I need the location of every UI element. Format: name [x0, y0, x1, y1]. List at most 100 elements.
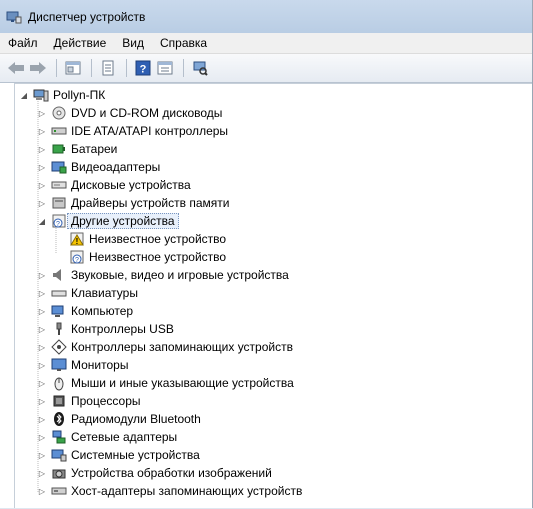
category-keyboards[interactable]: ▷ Клавиатуры: [37, 284, 138, 302]
toolbar-separator: [56, 59, 57, 77]
category-label: Сетевые адаптеры: [71, 430, 178, 444]
computer-icon: [51, 303, 67, 319]
category-mice[interactable]: ▷ Мыши и иные указывающие устройства: [37, 374, 294, 392]
category-monitors[interactable]: ▷ Мониторы: [37, 356, 129, 374]
expand-icon[interactable]: ▷: [37, 342, 47, 352]
monitor-icon: [51, 357, 67, 373]
category-computer[interactable]: ▷ Компьютер: [37, 302, 133, 320]
category-batteries[interactable]: ▷ Батареи: [37, 140, 117, 158]
expand-icon[interactable]: ▷: [37, 486, 47, 496]
collapse-icon[interactable]: ◢: [19, 90, 29, 100]
category-system-devices[interactable]: ▷ Системные устройства: [37, 446, 200, 464]
svg-text:?: ?: [56, 221, 60, 228]
category-imaging-devices[interactable]: ▷ Устройства обработки изображений: [37, 464, 272, 482]
device-manager-icon: [6, 9, 22, 25]
menu-bar: Файл Действие Вид Справка: [0, 33, 532, 54]
back-icon[interactable]: [6, 58, 26, 78]
category-label: Клавиатуры: [71, 286, 138, 300]
device-manager-window: Диспетчер устройств Файл Действие Вид Сп…: [0, 0, 533, 508]
window-title: Диспетчер устройств: [28, 9, 146, 24]
category-processors[interactable]: ▷ Процессоры: [37, 392, 141, 410]
display-adapter-icon: [51, 159, 67, 175]
keyboard-icon: [51, 285, 67, 301]
forward-icon[interactable]: [28, 58, 48, 78]
expand-icon[interactable]: ▷: [37, 378, 47, 388]
expand-icon[interactable]: ▷: [37, 144, 47, 154]
expand-icon[interactable]: ▷: [37, 396, 47, 406]
sound-icon: [51, 267, 67, 283]
details-icon[interactable]: [98, 58, 118, 78]
category-label: Устройства обработки изображений: [71, 466, 272, 480]
category-label: Драйверы устройств памяти: [71, 196, 230, 210]
category-network-adapters[interactable]: ▷ Сетевые адаптеры: [37, 428, 177, 446]
ide-controller-icon: [51, 123, 67, 139]
svg-text:?: ?: [140, 64, 147, 76]
category-label: Мыши и иные указывающие устройства: [71, 376, 294, 390]
expand-icon[interactable]: ▷: [37, 198, 47, 208]
expand-icon[interactable]: ▷: [37, 162, 47, 172]
category-bluetooth[interactable]: ▷ Радиомодули Bluetooth: [37, 410, 201, 428]
scan-hardware-icon[interactable]: [190, 58, 210, 78]
unknown-device-icon: ?: [69, 249, 85, 265]
category-storage-host-adapters[interactable]: ▷ Хост-адаптеры запоминающих устройств: [37, 482, 302, 500]
category-memory-drivers[interactable]: ▷ Драйверы устройств памяти: [37, 194, 230, 212]
disk-drive-icon: [51, 177, 67, 193]
tree-root[interactable]: ◢ Pollyn-ПК: [19, 86, 105, 104]
category-disk-drives[interactable]: ▷ Дисковые устройства: [37, 176, 191, 194]
device-tree[interactable]: ◢ Pollyn-ПК ▷ DVD и CD-ROM дисководы ▷ I…: [14, 83, 532, 508]
expand-icon[interactable]: ▷: [37, 432, 47, 442]
expand-icon[interactable]: ▷: [37, 108, 47, 118]
expand-icon[interactable]: ▷: [37, 324, 47, 334]
storage-host-adapter-icon: [51, 483, 67, 499]
bluetooth-icon: [51, 411, 67, 427]
category-label: Мониторы: [71, 358, 129, 372]
category-label: Хост-адаптеры запоминающих устройств: [71, 484, 303, 498]
category-label: Батареи: [71, 142, 118, 156]
expand-icon[interactable]: ▷: [37, 360, 47, 370]
category-sound[interactable]: ▷ Звуковые, видео и игровые устройства: [37, 266, 289, 284]
category-usb[interactable]: ▷ Контроллеры USB: [37, 320, 174, 338]
toolbar-separator: [126, 59, 127, 77]
category-label: Другие устройства: [67, 213, 179, 229]
expand-icon[interactable]: ▷: [37, 126, 47, 136]
category-label: Процессоры: [71, 394, 141, 408]
category-label: Контроллеры USB: [71, 322, 174, 336]
category-label: Радиомодули Bluetooth: [71, 412, 201, 426]
category-storage-controllers[interactable]: ▷ Контроллеры запоминающих устройств: [37, 338, 293, 356]
expand-icon[interactable]: ▷: [37, 180, 47, 190]
expand-icon[interactable]: ▷: [37, 270, 47, 280]
toolbar-separator: [91, 59, 92, 77]
menu-help[interactable]: Справка: [160, 36, 207, 50]
dvd-drive-icon: [51, 105, 67, 121]
other-devices-icon: ?: [51, 213, 67, 229]
svg-text:!: !: [76, 237, 79, 246]
menu-file[interactable]: Файл: [8, 36, 38, 50]
device-unknown-1[interactable]: ! Неизвестное устройство: [55, 230, 226, 248]
device-unknown-2[interactable]: ? Неизвестное устройство: [55, 248, 226, 266]
expand-icon[interactable]: ▷: [37, 288, 47, 298]
memory-driver-icon: [51, 195, 67, 211]
mouse-icon: [51, 375, 67, 391]
category-label: DVD и CD-ROM дисководы: [71, 106, 223, 120]
expand-icon[interactable]: ▷: [37, 306, 47, 316]
processor-icon: [51, 393, 67, 409]
expand-icon[interactable]: ▷: [37, 450, 47, 460]
unknown-device-warning-icon: !: [69, 231, 85, 247]
menu-view[interactable]: Вид: [122, 36, 144, 50]
usb-icon: [51, 321, 67, 337]
collapse-icon[interactable]: ◢: [37, 216, 47, 226]
category-display-adapters[interactable]: ▷ Видеоадаптеры: [37, 158, 160, 176]
storage-controller-icon: [51, 339, 67, 355]
expand-icon[interactable]: ▷: [37, 468, 47, 478]
category-label: Компьютер: [71, 304, 134, 318]
expand-icon[interactable]: ▷: [37, 414, 47, 424]
title-bar[interactable]: Диспетчер устройств: [0, 0, 532, 33]
help-icon[interactable]: ?: [133, 58, 153, 78]
menu-action[interactable]: Действие: [54, 36, 107, 50]
category-other-devices[interactable]: ◢ ? Другие устройства: [37, 212, 179, 230]
category-ide[interactable]: ▷ IDE ATA/ATAPI контроллеры: [37, 122, 228, 140]
view-icon[interactable]: [155, 58, 175, 78]
properties-icon[interactable]: [63, 58, 83, 78]
category-dvd[interactable]: ▷ DVD и CD-ROM дисководы: [37, 104, 222, 122]
category-label: Системные устройства: [71, 448, 200, 462]
